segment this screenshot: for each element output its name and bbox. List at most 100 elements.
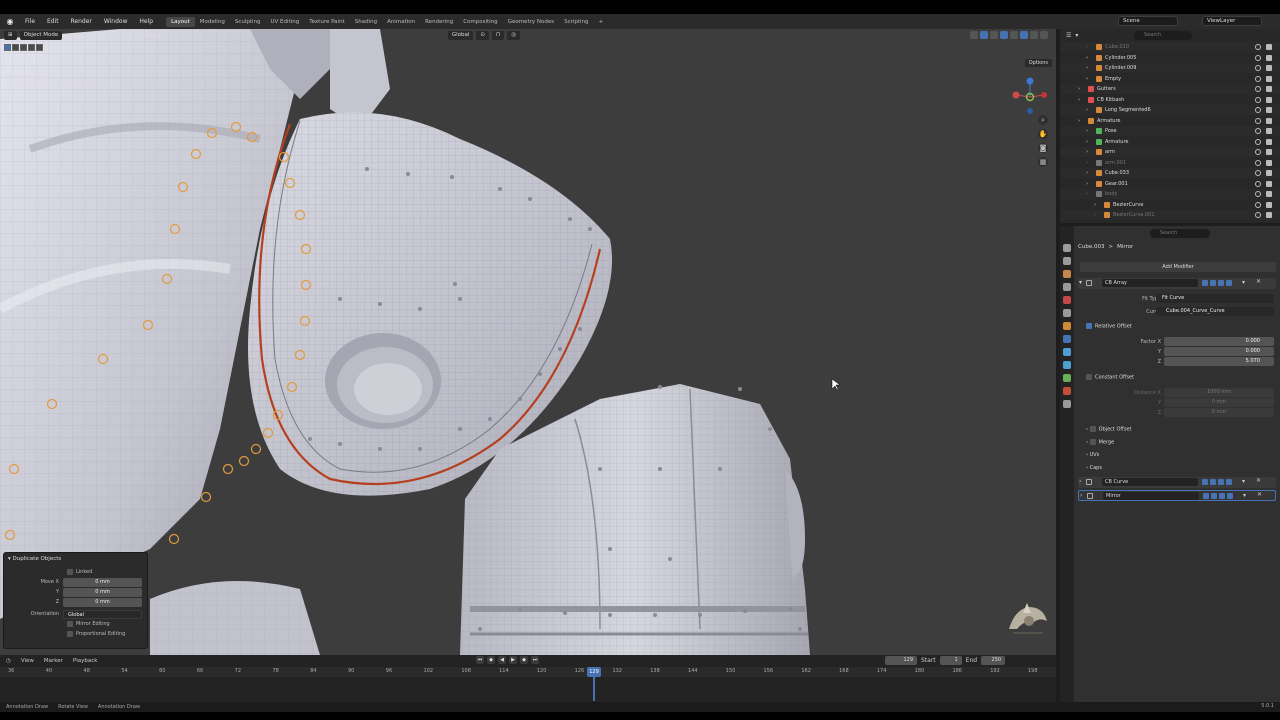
frame-ruler[interactable]: 36 40 48 54 60 66 72 78 84 90 96 102 108 114 120 126 132… bbox=[0, 667, 1056, 677]
outliner-row[interactable]: › Armature bbox=[1060, 116, 1280, 126]
rendered-shading-icon[interactable] bbox=[1040, 31, 1048, 39]
render-camera-icon[interactable] bbox=[1266, 191, 1272, 197]
expand-chevron-icon[interactable]: › bbox=[1094, 200, 1096, 210]
visibility-eye-icon[interactable] bbox=[1255, 86, 1261, 92]
viewport-menu-select[interactable]: Select bbox=[89, 33, 114, 39]
pivot-icon[interactable]: ⊙ bbox=[476, 31, 490, 40]
render-toggle-icon[interactable] bbox=[1226, 280, 1232, 286]
curve-field[interactable]: Cube.004_Curve_Curve bbox=[1156, 307, 1274, 316]
outliner-row[interactable]: › CB Kitbash bbox=[1060, 95, 1280, 105]
move-z-field[interactable]: 0 mm bbox=[63, 597, 142, 607]
expand-chevron-icon[interactable]: › bbox=[1086, 53, 1088, 63]
outliner-search-input[interactable]: Search bbox=[1134, 31, 1192, 40]
expand-chevron-icon[interactable]: › bbox=[1086, 137, 1088, 147]
outliner-row[interactable]: › Cube.033 bbox=[1060, 168, 1280, 178]
visibility-eye-icon[interactable] bbox=[1255, 201, 1261, 208]
menu-render[interactable]: Render bbox=[66, 18, 97, 25]
select-subtract-icon[interactable] bbox=[28, 44, 35, 51]
render-toggle-icon[interactable] bbox=[1226, 479, 1232, 485]
outliner-row[interactable]: › body bbox=[1060, 189, 1280, 199]
render-camera-icon[interactable] bbox=[1266, 212, 1272, 218]
remove-modifier-icon[interactable]: ✕ bbox=[1257, 491, 1262, 498]
relative-offset-section[interactable]: Relative Offset bbox=[1086, 323, 1132, 330]
particles-tab-icon[interactable] bbox=[1063, 348, 1071, 356]
outliner-row[interactable]: › Cylinder.005 bbox=[1060, 53, 1280, 63]
render-camera-icon[interactable] bbox=[1266, 96, 1272, 103]
add-modifier-button[interactable]: Add Modifier bbox=[1080, 262, 1276, 272]
visibility-eye-icon[interactable] bbox=[1255, 96, 1261, 103]
options-dropdown[interactable]: Options bbox=[1024, 59, 1052, 67]
tab-shading[interactable]: Shading bbox=[350, 17, 382, 27]
solid-shading-icon[interactable] bbox=[1020, 31, 1028, 39]
timeline-menu-marker[interactable]: Marker bbox=[44, 658, 63, 664]
overlay-icon[interactable] bbox=[990, 31, 998, 39]
expand-chevron-icon[interactable]: › bbox=[1078, 116, 1080, 126]
timeline-menu-view[interactable]: View bbox=[21, 658, 34, 664]
jump-end-icon[interactable]: ⏭ bbox=[531, 656, 539, 664]
cage-toggle-icon[interactable] bbox=[1210, 479, 1216, 485]
outliner-item-name[interactable]: Long Segmented6 bbox=[1105, 105, 1151, 115]
modifier-mirror[interactable]: › Mirror ▾ ✕ bbox=[1078, 490, 1276, 501]
scene-field[interactable]: Scene bbox=[1118, 16, 1178, 26]
tab-modeling[interactable]: Modeling bbox=[195, 17, 230, 27]
outliner-item-name[interactable]: BezierCurve.001 bbox=[1113, 210, 1155, 220]
outliner-item-name[interactable]: arm.001 bbox=[1105, 158, 1126, 168]
fit-type-dropdown[interactable]: Fit Curve bbox=[1156, 294, 1274, 303]
modifier-cb-curve[interactable]: › CB Curve ▾ ✕ bbox=[1078, 477, 1276, 488]
render-camera-icon[interactable] bbox=[1266, 65, 1272, 71]
outliner-row[interactable]: › Cube.010 bbox=[1060, 42, 1280, 52]
data-tab-icon[interactable] bbox=[1063, 387, 1071, 395]
outliner-row[interactable]: › Cylinder.009 bbox=[1060, 63, 1280, 73]
play-icon[interactable]: ▶ bbox=[509, 656, 517, 664]
panel-title[interactable]: ▾ Duplicate Objects bbox=[8, 556, 143, 562]
tab-texture-paint[interactable]: Texture Paint bbox=[304, 17, 350, 27]
outliner-row[interactable]: › arm.001 bbox=[1060, 158, 1280, 168]
modifier-cb-array[interactable]: ▾ CB Array ▾ ✕ bbox=[1078, 278, 1276, 289]
physics-tab-icon[interactable] bbox=[1063, 361, 1071, 369]
visibility-eye-icon[interactable] bbox=[1255, 75, 1261, 82]
visibility-eye-icon[interactable] bbox=[1255, 44, 1261, 50]
relative-offset-checkbox[interactable] bbox=[1086, 323, 1092, 329]
outliner-row[interactable]: › Pose bbox=[1060, 126, 1280, 136]
modifier-menu-icon[interactable]: ▾ bbox=[1242, 478, 1245, 485]
outliner-row[interactable]: › BezierCurve bbox=[1060, 200, 1280, 210]
menu-help[interactable]: Help bbox=[134, 18, 158, 25]
remove-modifier-icon[interactable]: ✕ bbox=[1256, 278, 1261, 285]
mirror-editing-checkbox[interactable] bbox=[67, 621, 73, 627]
outliner-item-name[interactable]: body bbox=[1105, 189, 1117, 199]
expand-chevron-icon[interactable]: › bbox=[1086, 168, 1088, 178]
robot-model-render[interactable] bbox=[0, 29, 1056, 655]
outliner-row[interactable]: › Armature bbox=[1060, 137, 1280, 147]
render-camera-icon[interactable] bbox=[1266, 117, 1272, 124]
view-layer-tab-icon[interactable] bbox=[1063, 283, 1071, 291]
expand-chevron-icon[interactable]: › bbox=[1086, 105, 1088, 115]
gizmo-toggle-icon[interactable] bbox=[980, 31, 988, 39]
viewport-toggle-icon[interactable] bbox=[1219, 493, 1225, 499]
outliner-row[interactable]: › Gutters bbox=[1060, 84, 1280, 94]
proportional-icon[interactable]: ◎ bbox=[507, 31, 521, 40]
render-camera-icon[interactable] bbox=[1266, 86, 1272, 92]
tool-tab-icon[interactable] bbox=[1063, 244, 1071, 252]
viewport-toggle-icon[interactable] bbox=[1218, 479, 1224, 485]
mode-dropdown[interactable]: Object Mode bbox=[19, 31, 63, 40]
visibility-eye-icon[interactable] bbox=[1255, 54, 1261, 61]
object-offset-section[interactable]: › Object Offset bbox=[1086, 426, 1132, 433]
camera-view-icon[interactable]: ◙ bbox=[1038, 143, 1048, 153]
playhead[interactable]: 129 bbox=[587, 667, 601, 677]
outliner[interactable]: ☰ ▾ › Cube.010 › Cylinder.005 › Cylinder.009 ›… bbox=[1060, 29, 1280, 223]
edit-mode-toggle-icon[interactable] bbox=[1203, 493, 1209, 499]
modifier-name-field[interactable]: Mirror bbox=[1103, 492, 1199, 500]
timeline-editor[interactable]: ◷ View Marker Playback ⏮ ◆ ◀ ▶ ◆ ⏭ 129 S… bbox=[0, 655, 1056, 702]
viewport-menu-object[interactable]: Object bbox=[139, 33, 165, 39]
visibility-eye-icon[interactable] bbox=[1255, 159, 1261, 166]
expand-chevron-icon[interactable]: › bbox=[1086, 158, 1088, 168]
menu-edit[interactable]: Edit bbox=[42, 18, 64, 25]
distance-z-field[interactable]: 0 mm bbox=[1164, 408, 1274, 417]
visibility-icon[interactable] bbox=[970, 31, 978, 39]
render-toggle-icon[interactable] bbox=[1227, 493, 1233, 499]
outliner-item-name[interactable]: Pose bbox=[1105, 126, 1117, 136]
visibility-eye-icon[interactable] bbox=[1255, 107, 1261, 113]
expand-chevron-icon[interactable]: › bbox=[1079, 478, 1081, 485]
render-camera-icon[interactable] bbox=[1266, 180, 1272, 187]
visibility-eye-icon[interactable] bbox=[1255, 128, 1261, 134]
